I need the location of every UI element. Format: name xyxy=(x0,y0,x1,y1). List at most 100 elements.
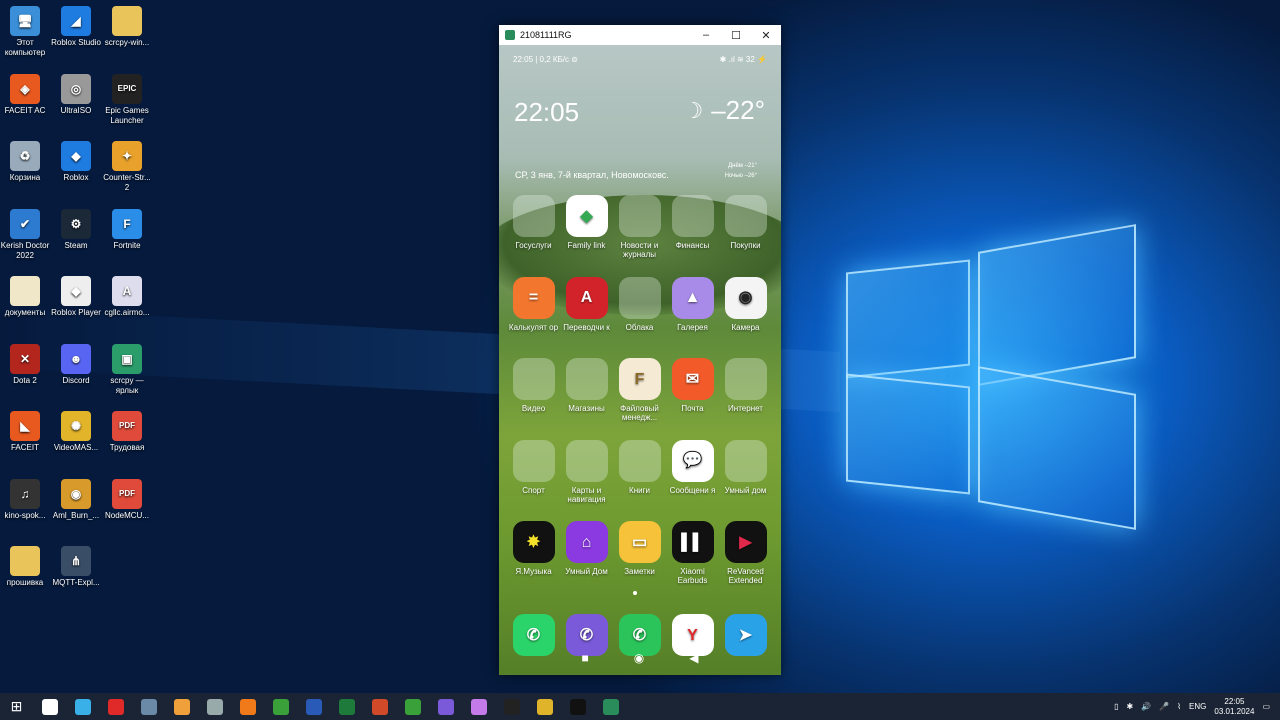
app-folder[interactable]: Покупки xyxy=(719,195,772,250)
microphone-icon[interactable]: 🎤 xyxy=(1159,702,1169,711)
desktop-icon[interactable]: 🖥 Этот компьютер xyxy=(0,6,51,58)
app-label: Облака xyxy=(625,322,654,332)
app-folder[interactable]: Облака xyxy=(613,276,666,332)
desktop-icon[interactable]: ◆ Roblox xyxy=(50,141,102,183)
scrcpy-window[interactable]: 21081111RG – ☐ ✕ 22:05 | 0,2 КБ/с ⊜ ✱ .ı… xyxy=(499,25,781,675)
home-button[interactable]: ◉ xyxy=(634,651,644,665)
desktop-icon[interactable]: прошивка xyxy=(0,546,51,588)
taskbar-app-icon[interactable] xyxy=(462,693,495,720)
taskbar-app-icon[interactable] xyxy=(99,693,132,720)
taskbar-app-icon[interactable] xyxy=(198,693,231,720)
desktop-icon[interactable]: ▣ scrcpy — ярлык xyxy=(101,343,153,396)
app-label: Переводчи к xyxy=(563,322,610,332)
app-folder[interactable]: Новости и журналы xyxy=(613,195,666,259)
taskbar-app-icon[interactable] xyxy=(429,693,462,720)
taskbar-app-icon[interactable] xyxy=(396,693,429,720)
bluetooth-icon[interactable]: ✱ xyxy=(1127,702,1134,711)
desktop-icon[interactable]: ☻ Discord xyxy=(50,343,102,386)
desktop-icon[interactable]: ✺ VideoMAS... xyxy=(50,411,102,453)
desktop-icon[interactable]: документы xyxy=(0,276,51,318)
taskbar-app-icon[interactable] xyxy=(231,693,264,720)
app-icon[interactable]: ◆ Family link xyxy=(560,195,613,250)
folder-icon xyxy=(724,195,767,237)
folder-icon xyxy=(565,439,608,482)
document-icon[interactable]: ▯ xyxy=(1114,702,1118,711)
desktop-icon[interactable]: ♻ Корзина xyxy=(0,141,51,183)
app-folder[interactable]: Книги xyxy=(613,439,666,495)
taskbar-app-icon[interactable] xyxy=(495,693,528,720)
taskbar-app-icon[interactable] xyxy=(165,693,198,720)
taskbar-app-icon[interactable] xyxy=(363,693,396,720)
desktop-icon[interactable]: EPIC Epic Games Launcher xyxy=(101,73,153,126)
folder-icon xyxy=(10,546,40,576)
back-button[interactable]: ◀ xyxy=(689,651,698,665)
taskbar-app-icon[interactable] xyxy=(528,693,561,720)
network-icon[interactable]: ⌇ xyxy=(1177,702,1181,711)
close-button[interactable]: ✕ xyxy=(751,29,781,42)
taskbar-app-icon[interactable] xyxy=(33,693,66,720)
desktop-icon[interactable]: ◆ Roblox Player xyxy=(50,276,102,318)
app-icon[interactable]: ▲ Галерея xyxy=(666,276,719,332)
desktop-icon[interactable]: ◢ Roblox Studio xyxy=(50,6,102,48)
app-folder[interactable]: Умный дом xyxy=(719,439,772,495)
desktop-icon[interactable]: ◉ Aml_Burn_... xyxy=(50,478,102,521)
app-label: Видео xyxy=(521,404,546,413)
desktop-icon[interactable]: scrcpy-win... xyxy=(101,6,153,48)
taskbar-app-icon[interactable] xyxy=(132,693,165,720)
app-icon[interactable]: ✸ Я.Музыка xyxy=(507,521,560,576)
desktop-icon[interactable]: ✔ Kerish Doctor 2022 xyxy=(0,208,51,261)
desktop-icon[interactable]: ♫ kino-spok... xyxy=(0,478,51,521)
app-folder[interactable]: Интернет xyxy=(719,358,772,413)
clock-widget[interactable]: 22:05 xyxy=(514,97,579,128)
notifications-icon[interactable]: ▭ xyxy=(1262,702,1270,711)
app-icon[interactable]: = Калькулят ор xyxy=(507,276,560,332)
taskbar-app-icon[interactable] xyxy=(561,693,594,720)
app-icon[interactable]: ▭ Заметки xyxy=(613,521,666,576)
desktop-icon[interactable]: ✕ Dota 2 xyxy=(0,343,51,386)
desktop-icon[interactable]: PDF Трудовая xyxy=(101,411,153,453)
desktop-icon[interactable]: ◈ FACEIT AC xyxy=(0,73,51,116)
taskbar-app-icon[interactable] xyxy=(297,693,330,720)
desktop-icon[interactable]: ⋔ MQTT-Expl... xyxy=(50,546,102,588)
maximize-button[interactable]: ☐ xyxy=(721,29,751,42)
faceit-icon: ◣ xyxy=(10,411,40,441)
desktop-icon[interactable]: PDF NodeMCU... xyxy=(101,478,153,521)
desktop-icon[interactable]: Acgllc.airmo... xyxy=(101,276,153,318)
taskbar-app-icon[interactable] xyxy=(66,693,99,720)
taskbar-app-icon[interactable] xyxy=(264,693,297,720)
phone-screen[interactable]: 22:05 | 0,2 КБ/с ⊜ ✱ .ıl ≋ 32 ⚡ 22:05 ☽ … xyxy=(499,45,781,675)
app-folder[interactable]: Магазины xyxy=(560,358,613,413)
app-icon[interactable]: ⌂ Умный Дом xyxy=(560,521,613,576)
app-icon[interactable]: 💬 Сообщени я xyxy=(666,439,719,495)
desktop-icon[interactable]: ◣ FACEIT xyxy=(0,411,51,453)
app-icon[interactable]: ▶ ReVanced Extended xyxy=(719,521,772,585)
app-folder[interactable]: Видео xyxy=(507,358,560,413)
desktop-icon-label: Kerish Doctor 2022 xyxy=(0,240,50,260)
app-icon[interactable]: A Переводчи к xyxy=(560,276,613,332)
app-icon[interactable]: ✉ Почта xyxy=(666,358,719,413)
window-titlebar[interactable]: 21081111RG – ☐ ✕ xyxy=(499,25,781,45)
taskbar-clock[interactable]: 22:05 03.01.2024 xyxy=(1214,697,1254,717)
app-folder[interactable]: Спорт xyxy=(507,439,560,495)
taskbar-app-icon[interactable] xyxy=(330,693,363,720)
app-folder[interactable]: Госуслуги xyxy=(507,195,560,250)
app-icon[interactable]: ◉ Камера xyxy=(719,276,772,332)
start-button[interactable]: ⊞ xyxy=(0,693,33,720)
weather-widget[interactable]: ☽ –22° xyxy=(683,95,765,126)
app-label: Умный Дом xyxy=(565,567,608,576)
language-indicator[interactable]: ENG xyxy=(1189,702,1206,711)
minimize-button[interactable]: – xyxy=(691,29,721,41)
recents-button[interactable]: ■ xyxy=(582,651,589,665)
mqtt-icon: ⋔ xyxy=(61,546,91,576)
taskbar-app-icon[interactable] xyxy=(594,693,627,720)
desktop-icon[interactable]: ◎ UltraISO xyxy=(50,73,102,116)
desktop-icon[interactable]: ✦ Counter-Str... 2 xyxy=(101,141,153,193)
desktop-icon[interactable]: ⚙ Steam xyxy=(50,208,102,251)
folder-icon xyxy=(565,358,608,400)
app-folder[interactable]: Карты и навигация xyxy=(560,439,613,504)
app-icon[interactable]: F Файловый менедж... xyxy=(613,358,666,422)
app-folder[interactable]: Финансы xyxy=(666,195,719,250)
app-icon[interactable]: ▌▌ Xiaomi Earbuds xyxy=(666,521,719,585)
speaker-icon[interactable]: 🔊 xyxy=(1141,702,1151,711)
desktop-icon[interactable]: F Fortnite xyxy=(101,208,153,251)
